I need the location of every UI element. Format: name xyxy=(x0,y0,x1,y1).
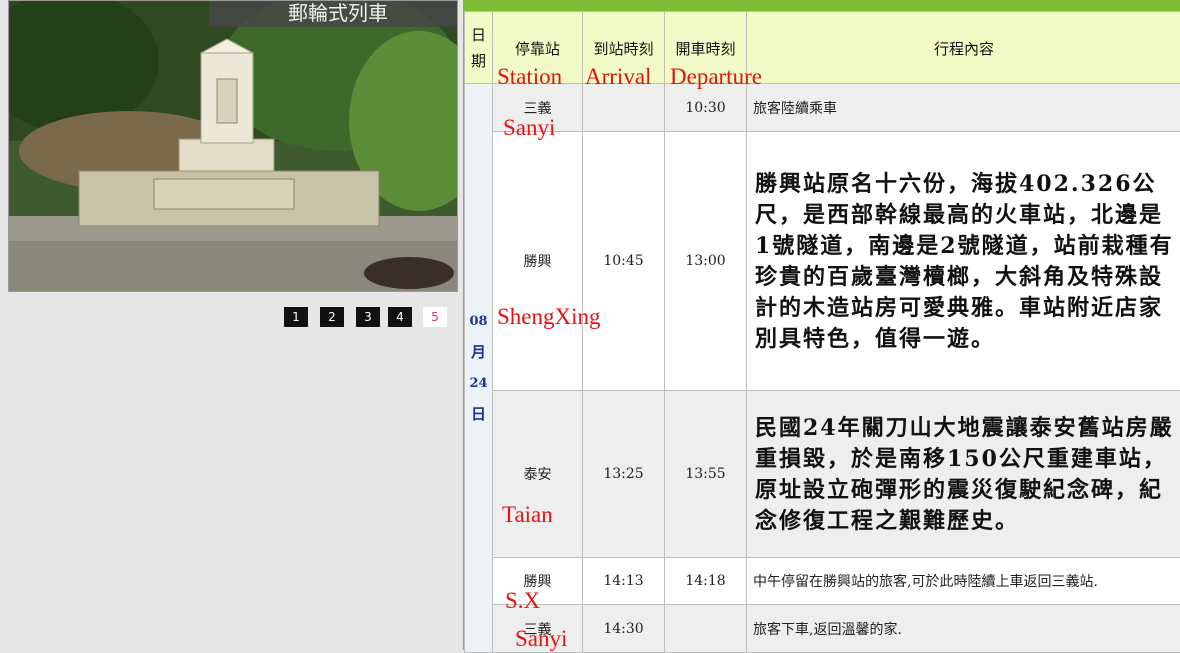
arrival-cell: 13:25 xyxy=(583,391,665,558)
arrival-cell: 14:30 xyxy=(583,605,665,653)
table-row: 泰安 13:25 13:55 民國24年關刀山大地震讓泰安舊站房嚴重損毀，於是南… xyxy=(465,391,1180,558)
arrival-cell xyxy=(583,84,665,132)
station-cell: 勝興 xyxy=(493,558,583,605)
departure-cell xyxy=(665,605,747,653)
itinerary-cell: 旅客陸續乘車 xyxy=(747,84,1180,132)
arrival-cell: 10:45 xyxy=(583,132,665,391)
table-row: 08 月 24 日 三義 10:30 旅客陸續乘車 xyxy=(465,84,1180,132)
itinerary-cell: 中午停留在勝興站的旅客,可於此時陸續上車返回三義站. xyxy=(747,558,1180,605)
page-button-2[interactable]: 2 xyxy=(320,307,344,327)
itinerary-cell: 勝興站原名十六份，海拔402.326公尺，是西部幹線最高的火車站，北邊是1號隧道… xyxy=(747,132,1180,391)
photo-caption: 郵輪式列車 xyxy=(209,1,458,27)
departure-cell: 14:18 xyxy=(665,558,747,605)
page-button-1[interactable]: 1 xyxy=(284,307,308,327)
station-cell: 勝興 xyxy=(493,132,583,391)
header-itinerary: 行程內容 xyxy=(747,12,1180,84)
page-button-3[interactable]: 3 xyxy=(356,307,380,327)
departure-cell: 10:30 xyxy=(665,84,747,132)
header-arrival: 到站時刻 xyxy=(583,12,665,84)
itinerary-cell: 旅客下車,返回溫馨的家. xyxy=(747,605,1180,653)
page-button-5[interactable]: 5 xyxy=(423,307,447,327)
departure-cell: 13:55 xyxy=(665,391,747,558)
left-panel: 郵輪式列車 1 2 3 4 5 xyxy=(0,0,463,650)
header-station: 停靠站 xyxy=(493,12,583,84)
station-cell: 三義 xyxy=(493,605,583,653)
station-photo: 郵輪式列車 xyxy=(8,0,458,292)
monument-image xyxy=(9,1,458,292)
header-date: 日 期 xyxy=(465,12,493,84)
accent-bar xyxy=(464,0,1180,11)
itinerary-cell: 民國24年關刀山大地震讓泰安舊站房嚴重損毀，於是南移150公尺重建車站，原址設立… xyxy=(747,391,1180,558)
station-cell: 泰安 xyxy=(493,391,583,558)
header-departure: 開車時刻 xyxy=(665,12,747,84)
station-cell: 三義 xyxy=(493,84,583,132)
schedule-panel: 日 期 停靠站 到站時刻 開車時刻 行程內容 08 月 24 日 三義 10:3… xyxy=(463,0,1180,650)
date-cell: 08 月 24 日 xyxy=(465,84,493,653)
table-row: 勝興 14:13 14:18 中午停留在勝興站的旅客,可於此時陸續上車返回三義站… xyxy=(465,558,1180,605)
page-button-4[interactable]: 4 xyxy=(388,307,412,327)
schedule-table: 日 期 停靠站 到站時刻 開車時刻 行程內容 08 月 24 日 三義 10:3… xyxy=(464,11,1180,653)
table-row: 三義 14:30 旅客下車,返回溫馨的家. xyxy=(465,605,1180,653)
departure-cell: 13:00 xyxy=(665,132,747,391)
arrival-cell: 14:13 xyxy=(583,558,665,605)
table-row: 勝興 10:45 13:00 勝興站原名十六份，海拔402.326公尺，是西部幹… xyxy=(465,132,1180,391)
